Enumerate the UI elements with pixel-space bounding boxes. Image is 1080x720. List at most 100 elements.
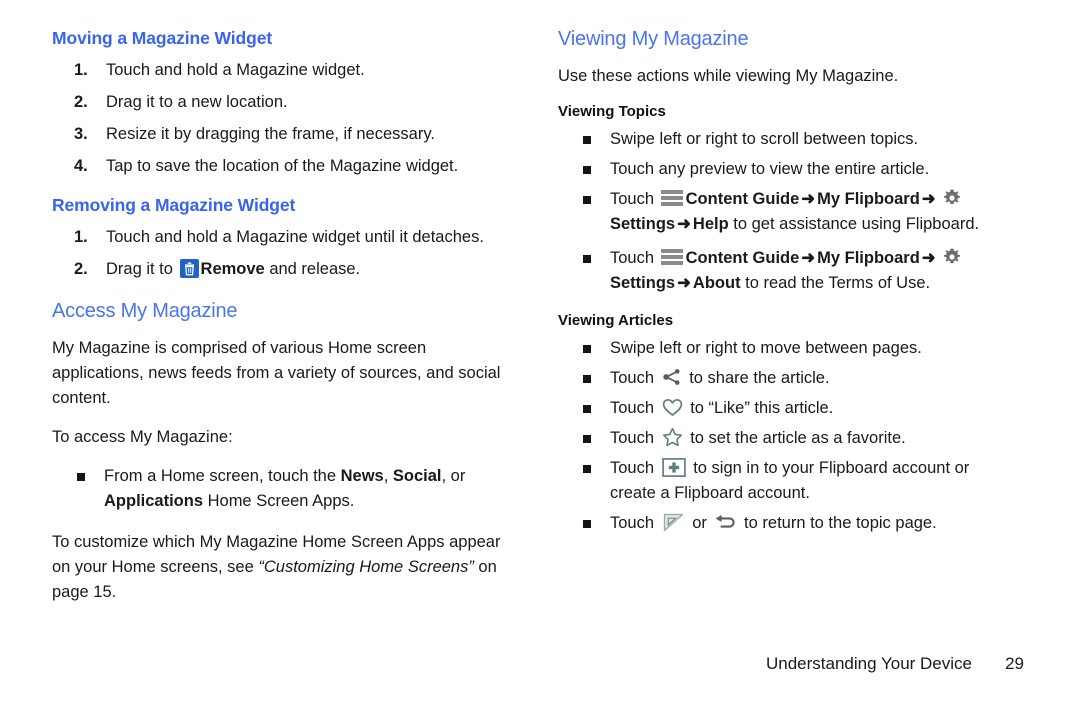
left-column: Moving a Magazine Widget 1. Touch and ho… [52, 28, 522, 619]
step-text: Resize it by dragging the frame, if nece… [106, 125, 435, 143]
hamburger-menu-icon [660, 190, 683, 206]
step-text-bold: Remove [200, 260, 265, 278]
articles-bullet-6-text: to return to the topic page. [739, 514, 937, 532]
list-item: 1. Touch and hold a Magazine widget unti… [52, 225, 522, 250]
page-flip-icon [663, 513, 684, 532]
back-arrow-icon [714, 513, 736, 529]
step-text: Touch and hold a Magazine widget. [106, 61, 365, 79]
touch-label: Touch [610, 429, 659, 447]
trash-icon [179, 259, 199, 278]
hamburger-menu-icon [660, 249, 683, 265]
bullet-square-icon [583, 196, 591, 204]
step-number: 1. [74, 228, 88, 246]
list-item: Swipe left or right to scroll between to… [558, 127, 1018, 152]
arrow-icon: ➜ [677, 215, 691, 233]
arrow-icon: ➜ [801, 190, 816, 208]
menu-item-settings: Settings [610, 274, 676, 292]
access-paragraph-1: My Magazine is comprised of various Home… [52, 339, 501, 407]
viewing-intro-paragraph: Use these actions while viewing My Magaz… [558, 67, 899, 85]
articles-bullet-3-text: to “Like” this article. [685, 399, 834, 417]
articles-bullet-2-text: to share the article. [684, 369, 830, 387]
touch-label: Touch [610, 369, 659, 387]
menu-item-content-guide: Content Guide [685, 190, 800, 208]
heart-icon [662, 398, 683, 417]
bullet-square-icon [583, 465, 591, 473]
list-item: 1. Touch and hold a Magazine widget. [52, 58, 522, 83]
list-item: 2. Drag it to a new location. [52, 90, 522, 115]
step-number: 3. [74, 125, 88, 143]
step-text-suffix: and release. [264, 260, 361, 278]
bullet-bold-applications: Applications [104, 492, 204, 510]
list-item: Swipe left or right to move between page… [558, 336, 1018, 361]
heading-viewing-my-magazine: Viewing My Magazine [558, 28, 749, 50]
list-item: Touch any preview to view the entire art… [558, 157, 1018, 182]
bullet-bold-news: News [340, 467, 384, 485]
bullet-square-icon [583, 405, 591, 413]
touch-label: Touch [610, 249, 659, 267]
bullet-sep-2: , or [441, 467, 466, 485]
step-number: 2. [74, 93, 88, 111]
subheading-viewing-articles: Viewing Articles [558, 312, 674, 329]
bullet-square-icon [583, 166, 591, 174]
bullet-bold-social: Social [392, 467, 442, 485]
touch-label: Touch [610, 459, 659, 477]
step-text-prefix: Drag it to [106, 260, 178, 278]
bullet-square-icon [583, 375, 591, 383]
touch-label: Touch [610, 399, 659, 417]
list-item: Touch or to return to the topic page. [558, 511, 1018, 536]
articles-bullet-6-mid: or [687, 514, 712, 532]
bullet-sep-1: , [383, 467, 393, 485]
bullet-suffix: Home Screen Apps. [203, 492, 355, 510]
plus-box-icon [661, 458, 686, 477]
touch-label: Touch [610, 514, 659, 532]
step-text: Tap to save the location of the Magazine… [106, 157, 459, 175]
list-item: Touch Content Guide ➜ My Flipboard ➜ Settin… [558, 246, 1018, 296]
viewing-articles-list: Swipe left or right to move between page… [558, 336, 1018, 536]
list-item: Touch to sign in to your Flipboard accou… [558, 456, 1018, 506]
list-item: From a Home screen, touch the News, Soci… [52, 464, 522, 514]
footer-page-number: 29 [1005, 654, 1024, 673]
arrow-icon: ➜ [801, 249, 816, 267]
star-icon [662, 427, 683, 447]
bullet-square-icon [583, 255, 591, 263]
bullet-square-icon [77, 473, 85, 481]
articles-bullet-1: Swipe left or right to move between page… [610, 339, 922, 357]
subheading-viewing-topics: Viewing Topics [558, 103, 666, 120]
list-item: Touch Content Guide ➜ My Flipboard ➜ Settin… [558, 187, 1018, 237]
footer-chapter-title: Understanding Your Device [765, 654, 972, 673]
bullet-square-icon [583, 136, 591, 144]
heading-moving-a-magazine-widget: Moving a Magazine Widget [52, 28, 273, 48]
articles-bullet-4-text: to set the article as a favorite. [685, 429, 906, 447]
access-paragraph-3: To customize which My Magazine Home Scre… [52, 530, 522, 605]
step-number: 2. [74, 260, 88, 278]
list-item: 3. Resize it by dragging the frame, if n… [52, 122, 522, 147]
document-page: Moving a Magazine Widget 1. Touch and ho… [0, 0, 1080, 720]
heading-removing-a-magazine-widget: Removing a Magazine Widget [52, 195, 296, 215]
topics-bullet-2: Touch any preview to view the entire art… [610, 160, 930, 178]
moving-steps-list: 1. Touch and hold a Magazine widget. 2. … [52, 58, 522, 179]
share-icon [662, 368, 682, 386]
menu-item-help: Help [692, 215, 729, 233]
step-number: 1. [74, 61, 88, 79]
right-column: Viewing My Magazine Use these actions wh… [558, 28, 1018, 552]
list-item: Touch to “Like” this article. [558, 396, 1018, 421]
menu-item-content-guide: Content Guide [685, 249, 800, 267]
menu-item-about: About [692, 274, 741, 292]
removing-steps-list: 1. Touch and hold a Magazine widget unti… [52, 225, 522, 282]
list-item: 2. Drag it to Remove and release. [52, 257, 522, 282]
menu-item-my-flipboard: My Flipboard [817, 190, 920, 208]
viewing-topics-list: Swipe left or right to scroll between to… [558, 127, 1018, 296]
menu-item-my-flipboard: My Flipboard [817, 249, 920, 267]
list-item: 4. Tap to save the location of the Magaz… [52, 154, 522, 179]
bullet-square-icon [583, 345, 591, 353]
arrow-icon: ➜ [921, 190, 936, 208]
arrow-icon: ➜ [921, 249, 936, 267]
menu-item-settings: Settings [610, 215, 676, 233]
access-bullet-list: From a Home screen, touch the News, Soci… [52, 464, 522, 514]
bullet-prefix: From a Home screen, touch the [104, 467, 341, 485]
page-footer: Understanding Your Device 29 [0, 654, 1080, 674]
gear-icon [942, 247, 962, 267]
list-item: Touch to share the article. [558, 366, 1018, 391]
step-text: Touch and hold a Magazine widget until i… [106, 228, 484, 246]
customize-cross-reference: “Customizing Home Screens” [258, 558, 474, 576]
